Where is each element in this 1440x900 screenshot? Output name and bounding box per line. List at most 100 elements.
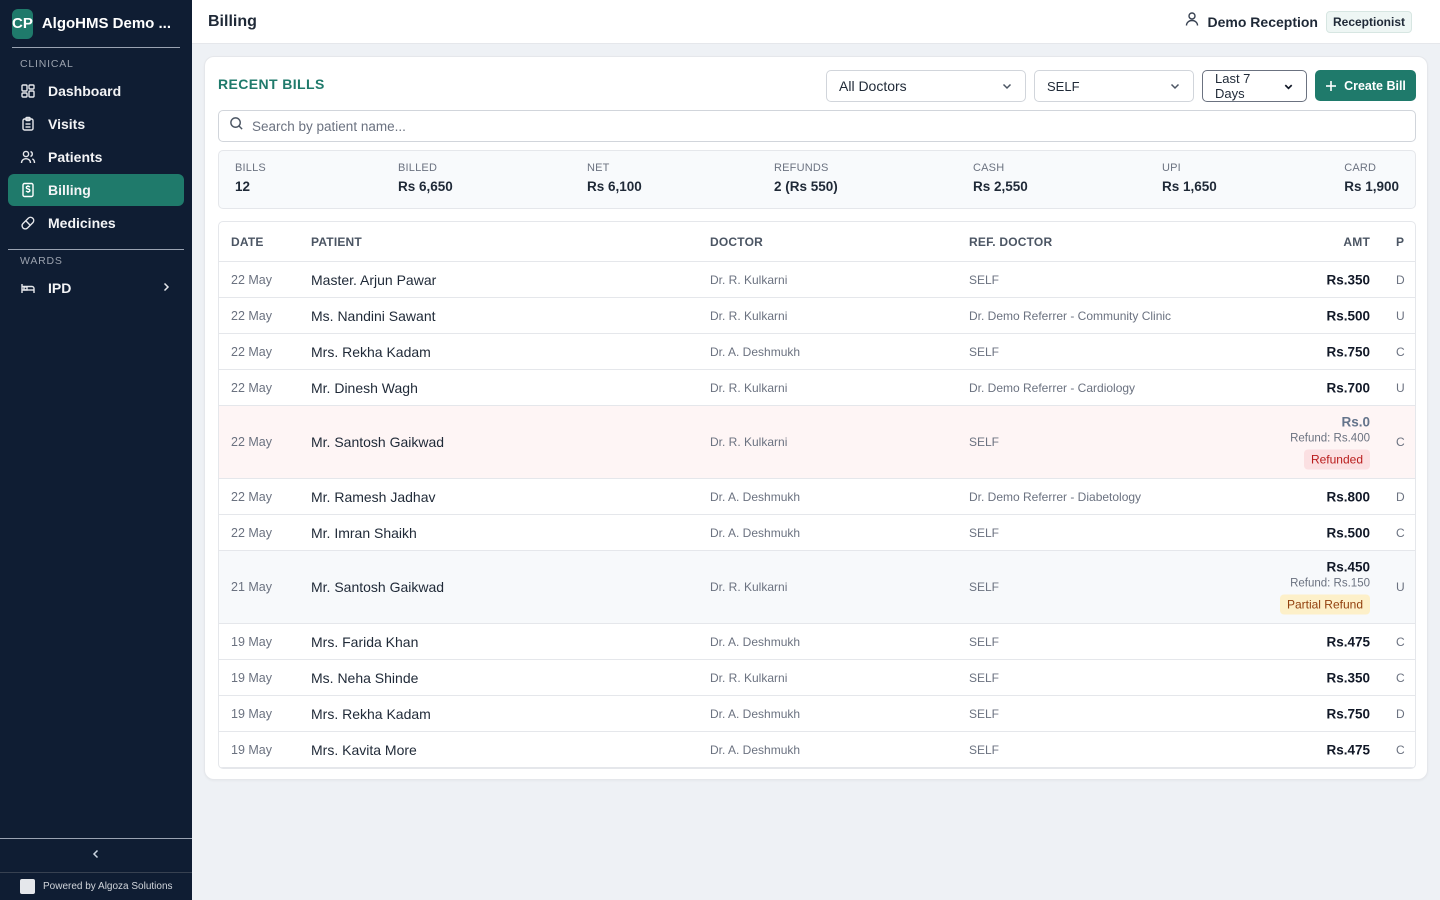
bill-amount: Rs.475	[1326, 634, 1370, 649]
table-row[interactable]: 22 May Mrs. Rekha Kadam Dr. A. Deshmukh SEL…	[219, 334, 1415, 370]
algoza-logo-icon	[20, 879, 35, 894]
collapse-sidebar-button[interactable]	[0, 838, 192, 872]
sidebar-item-medicines[interactable]: Medicines	[8, 207, 184, 239]
section-label-clinical: CLINICAL	[20, 58, 74, 70]
search-input[interactable]	[252, 118, 1352, 134]
table-row[interactable]: 22 May Mr. Imran Shaikh Dr. A. Deshmukh SEL…	[219, 515, 1415, 551]
chevron-down-icon	[1001, 80, 1013, 92]
bill-date: 19 May	[231, 670, 272, 685]
doctor-name: Dr. R. Kulkarni	[710, 580, 788, 594]
stat-label: BILLS	[235, 162, 266, 174]
sidebar: CP AlgoHMS Demo ... CLINICAL Dashboard V…	[0, 0, 192, 900]
bill-date: 21 May	[231, 580, 272, 594]
create-bill-label: Create Bill	[1344, 78, 1406, 93]
table-row[interactable]: 19 May Mrs. Rekha Kadam Dr. A. Deshmukh SEL…	[219, 696, 1415, 732]
bill-amount: Rs.0	[1341, 414, 1370, 430]
amount-cell: Rs.450 Refund: Rs.150 Partial Refund	[1279, 560, 1370, 615]
sidebar-item-label: Medicines	[48, 215, 116, 231]
amount-cell: Rs.0 Refund: Rs.400 Refunded	[1290, 415, 1370, 470]
doctor-name: Dr. A. Deshmukh	[710, 489, 801, 504]
amount-cell: Rs.750	[1326, 344, 1370, 359]
bill-amount: Rs.750	[1326, 344, 1370, 359]
bills-table: DATE PATIENT DOCTOR REF. DOCTOR AMT P 22…	[218, 221, 1416, 769]
patient-name: Mr. Imran Shaikh	[311, 524, 417, 541]
stat-refunds: REFUNDS 2 (Rs 550)	[774, 162, 838, 194]
date-filter-value: Last 7 Days	[1215, 71, 1251, 101]
payment-mode: D	[1396, 272, 1405, 287]
payment-mode: C	[1396, 344, 1405, 359]
ref-doctor-filter-select[interactable]: SELF	[1034, 70, 1194, 102]
user-icon	[1184, 11, 1200, 32]
sidebar-item-billing[interactable]: Billing	[8, 174, 184, 206]
chevron-right-icon	[160, 280, 172, 296]
patient-search[interactable]	[218, 110, 1416, 142]
column-header-ref-doctor[interactable]: REF. DOCTOR	[969, 235, 1052, 249]
amount-cell: Rs.750	[1326, 706, 1370, 721]
stat-label: REFUNDS	[774, 162, 829, 174]
status-badge: Refunded	[1303, 449, 1370, 470]
stat-cash: CASH Rs 2,550	[973, 162, 1028, 194]
table-row[interactable]: 22 May Mr. Ramesh Jadhav Dr. A. Deshmukh Dr…	[219, 479, 1415, 515]
ref-doctor-name: SELF	[969, 670, 1000, 685]
stat-value: Rs 2,550	[973, 179, 1028, 194]
table-row[interactable]: 19 May Mrs. Kavita More Dr. A. Deshmukh SEL…	[219, 732, 1415, 768]
status-badge: Partial Refund	[1279, 594, 1370, 615]
ref-doctor-name: SELF	[969, 525, 1000, 540]
bill-date: 22 May	[231, 489, 272, 504]
ref-doctor-name: SELF	[969, 580, 1000, 594]
stat-label: BILLED	[398, 162, 438, 174]
create-bill-button[interactable]: Create Bill	[1315, 70, 1416, 101]
patient-name: Mr. Ramesh Jadhav	[311, 488, 436, 505]
bill-amount: Rs.700	[1326, 380, 1370, 395]
stat-net: NET Rs 6,100	[587, 162, 642, 194]
sidebar-item-patients[interactable]: Patients	[8, 141, 184, 173]
pill-icon	[20, 215, 36, 231]
user-menu[interactable]: Demo Reception Receptionist	[1184, 10, 1424, 33]
doctor-name: Dr. A. Deshmukh	[710, 525, 801, 540]
amount-cell: Rs.500	[1326, 308, 1370, 323]
stat-value: 2 (Rs 550)	[774, 179, 838, 194]
sidebar-item-visits[interactable]: Visits	[8, 108, 184, 140]
amount-cell: Rs.800	[1326, 489, 1370, 504]
bill-amount: Rs.475	[1326, 742, 1370, 757]
doctor-name: Dr. A. Deshmukh	[710, 742, 801, 757]
table-row[interactable]: 22 May Mr. Dinesh Wagh Dr. R. Kulkarni Dr. …	[219, 370, 1415, 406]
patient-name: Mrs. Farida Khan	[311, 633, 419, 650]
payment-mode: U	[1396, 308, 1405, 323]
sidebar-footer: Powered by Algoza Solutions	[0, 838, 192, 900]
doctor-name: Dr. R. Kulkarni	[710, 308, 788, 323]
powered-by-text: Powered by Algoza Solutions	[43, 881, 173, 892]
sidebar-item-ipd[interactable]: IPD	[8, 272, 184, 304]
refund-amount: Refund: Rs.400	[1290, 432, 1370, 445]
billing-summary: BILLS 12 BILLED Rs 6,650 NET Rs 6,100 RE…	[218, 150, 1416, 209]
stat-card: CARD Rs 1,900	[1344, 162, 1399, 194]
column-header-patient[interactable]: PATIENT	[311, 235, 362, 249]
stat-bills: BILLS 12	[235, 162, 266, 194]
table-row[interactable]: 22 May Ms. Nandini Sawant Dr. R. Kulkarni D…	[219, 298, 1415, 334]
table-row[interactable]: 19 May Ms. Neha Shinde Dr. R. Kulkarni SELF…	[219, 660, 1415, 696]
doctor-name: Dr. A. Deshmukh	[710, 634, 801, 649]
doctor-filter-select[interactable]: All Doctors	[826, 70, 1026, 102]
sidebar-item-label: Dashboard	[48, 83, 122, 99]
table-row[interactable]: 19 May Mrs. Farida Khan Dr. A. Deshmukh SEL…	[219, 624, 1415, 660]
table-row[interactable]: 21 May Mr. Santosh Gaikwad Dr. R. Kulkarni…	[219, 551, 1415, 624]
doctor-name: Dr. A. Deshmukh	[710, 706, 801, 721]
dashboard-icon	[20, 83, 36, 99]
page-title: Billing	[208, 12, 257, 30]
ref-doctor-name: SELF	[969, 742, 1000, 757]
column-header-date[interactable]: DATE	[231, 235, 264, 249]
payment-mode: C	[1396, 435, 1405, 449]
column-header-amount[interactable]: AMT	[1343, 235, 1370, 249]
sidebar-item-label: Patients	[48, 149, 103, 165]
amount-cell: Rs.350	[1326, 272, 1370, 287]
table-row[interactable]: 22 May Master. Arjun Pawar Dr. R. Kulkarni…	[219, 262, 1415, 298]
brand[interactable]: CP AlgoHMS Demo ...	[12, 0, 180, 48]
column-header-doctor[interactable]: DOCTOR	[710, 235, 763, 249]
table-row[interactable]: 22 May Mr. Santosh Gaikwad Dr. R. Kulkarni…	[219, 406, 1415, 479]
sidebar-item-dashboard[interactable]: Dashboard	[8, 75, 184, 107]
stat-value: Rs 1,900	[1344, 179, 1399, 194]
date-range-select[interactable]: Last 7 Days	[1202, 70, 1307, 102]
ref-filter-value: SELF	[1047, 78, 1080, 94]
billing-icon	[20, 182, 36, 198]
column-header-payment[interactable]: P	[1396, 235, 1404, 249]
